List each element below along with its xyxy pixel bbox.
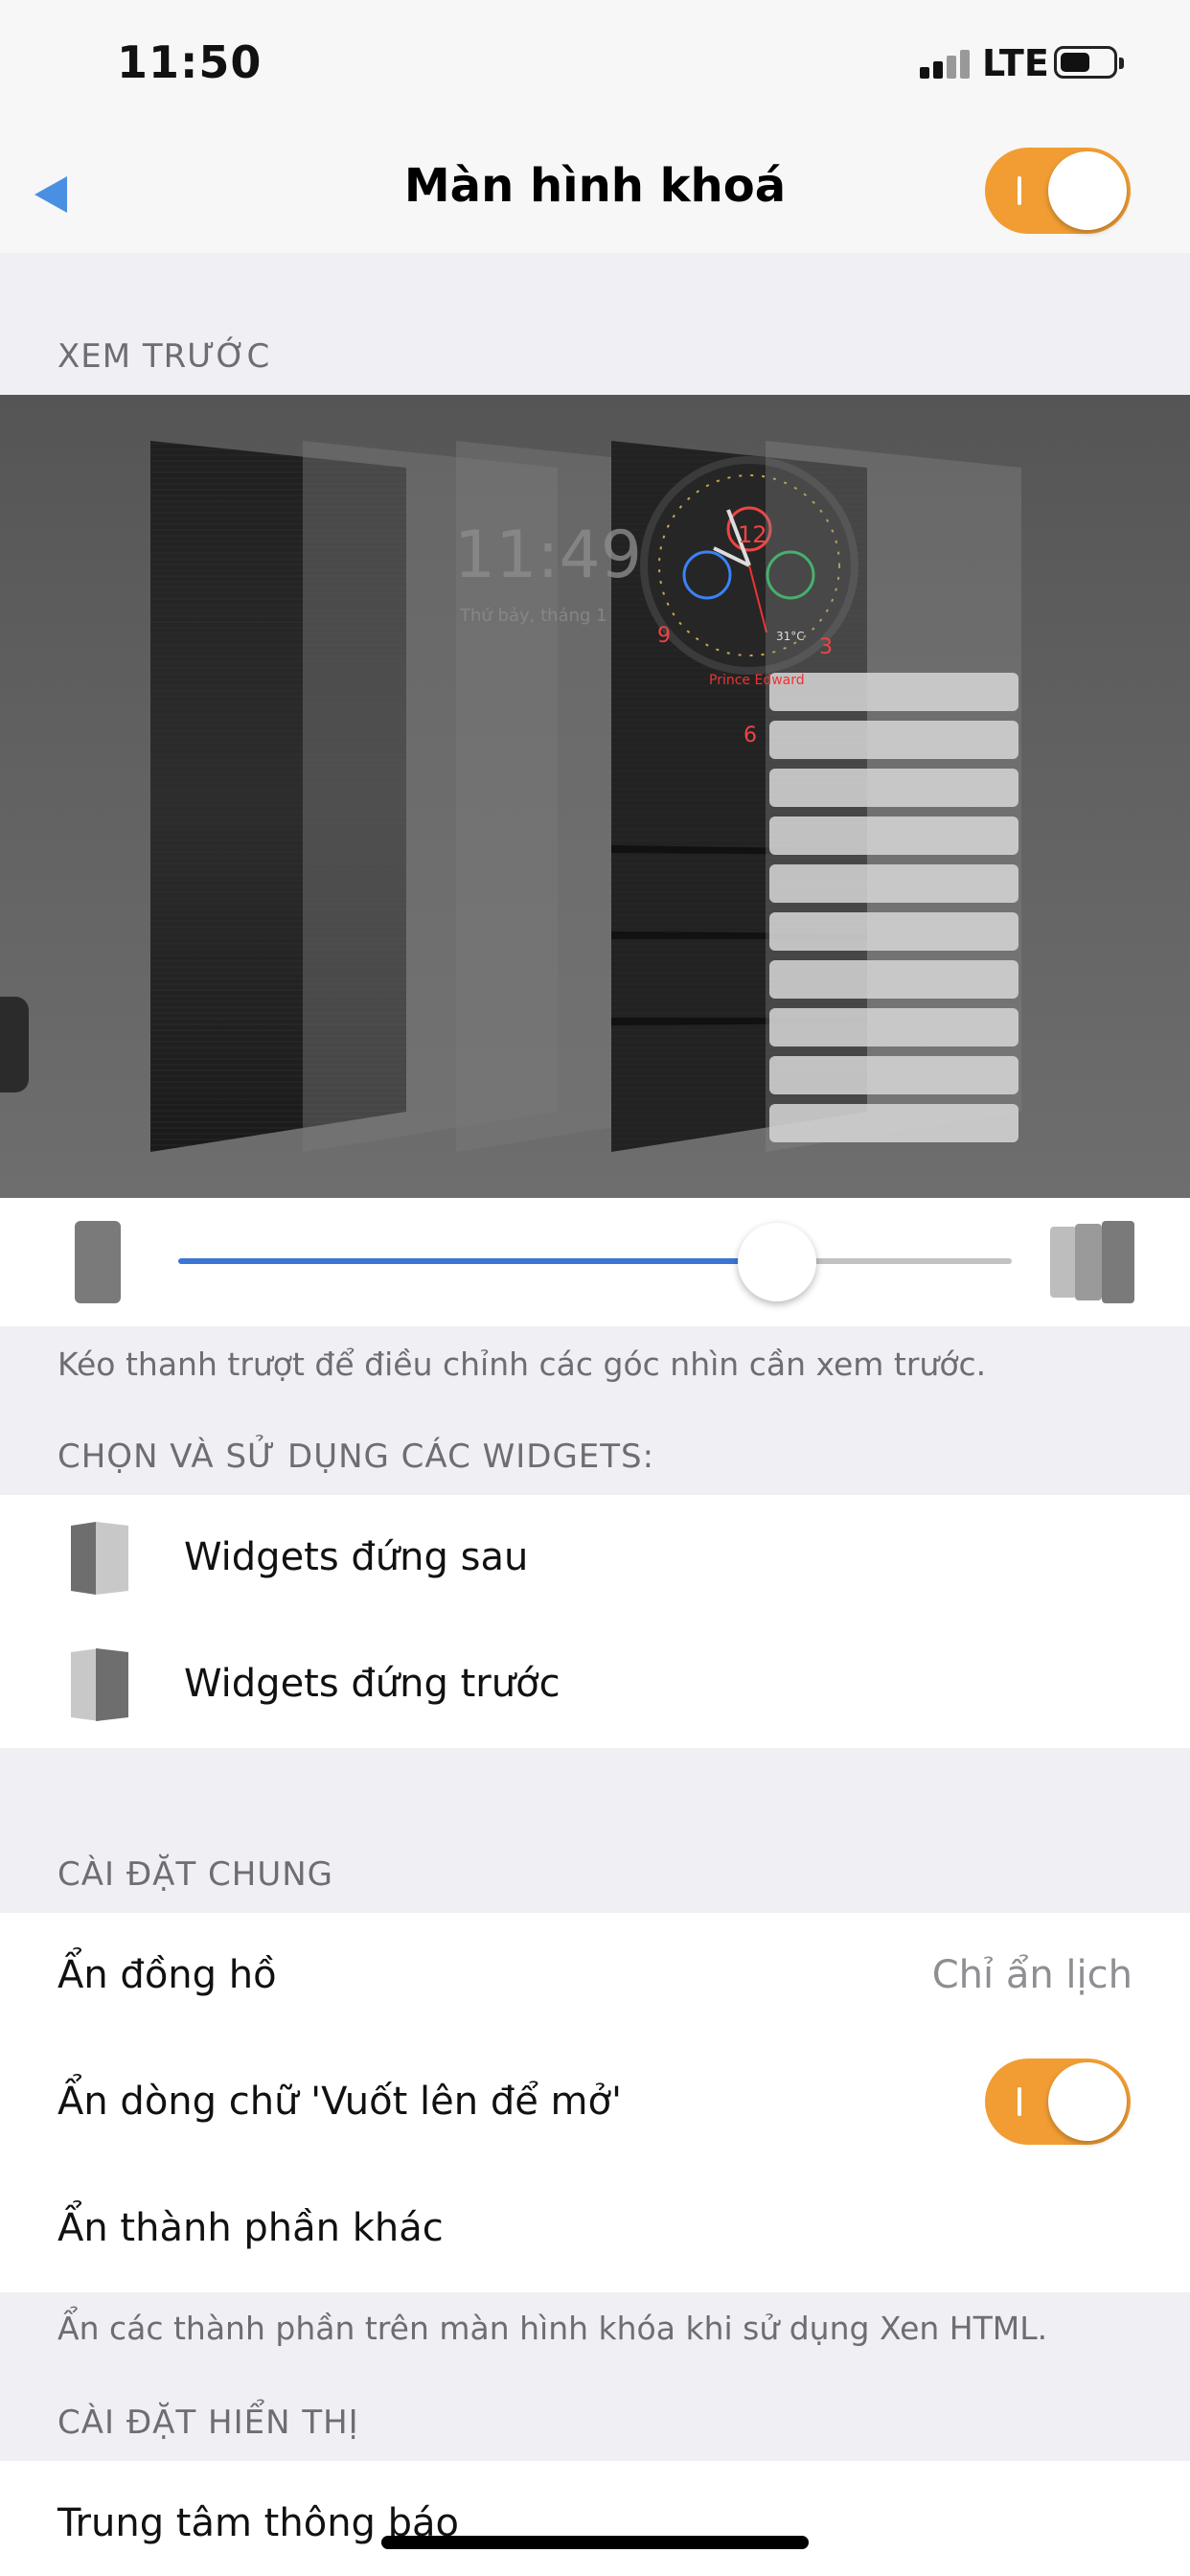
- widgets-back-row[interactable]: Widgets đứng sau: [0, 1495, 1190, 1622]
- clock-number-9: 9: [657, 624, 671, 648]
- general-settings-list: Ẩn đồng hồ Chỉ ẩn lịch Ẩn dòng chữ 'Vuốt…: [0, 1913, 1190, 2292]
- display-settings-list: Trung tâm thông báo: [0, 2461, 1190, 2576]
- battery-icon: [1054, 46, 1124, 79]
- hide-swipe-text-toggle[interactable]: [985, 2058, 1131, 2145]
- enable-lockscreen-toggle[interactable]: [985, 148, 1131, 234]
- clock-number-12: 12: [738, 521, 767, 548]
- single-layer-icon: [75, 1221, 121, 1303]
- preview-angle-slider-row: [0, 1198, 1190, 1326]
- widgets-front-row[interactable]: Widgets đứng trước: [0, 1622, 1190, 1748]
- status-time: 11:50: [117, 36, 263, 88]
- widgets-back-label: Widgets đứng sau: [184, 1535, 529, 1579]
- network-type: LTE: [982, 42, 1049, 84]
- widgets-header: CHỌN VÀ SỬ DỤNG CÁC WIDGETS:: [57, 1438, 655, 1476]
- clock-location: Prince Edward: [709, 673, 805, 688]
- notification-center-row[interactable]: Trung tâm thông báo: [0, 2461, 1190, 2576]
- layers-back-icon: [71, 1522, 128, 1595]
- clock-temperature: 31°C: [776, 630, 805, 643]
- hide-swipe-text-row: Ẩn dòng chữ 'Vuốt lên để mở': [0, 2039, 1190, 2166]
- status-bar: 11:50 LTE: [0, 0, 1190, 134]
- layers-front-icon: [71, 1648, 128, 1721]
- hide-other-row[interactable]: Ẩn thành phần khác: [0, 2166, 1190, 2292]
- hide-clock-value: Chỉ ẩn lịch: [931, 1953, 1133, 1997]
- preview-sample-time: 11:49: [454, 518, 642, 593]
- hide-other-label: Ẩn thành phần khác: [57, 2206, 444, 2250]
- display-header: CÀI ĐẶT HIỂN THỊ: [57, 2404, 359, 2442]
- widgets-front-label: Widgets đứng trước: [184, 1662, 561, 1706]
- nav-bar: Màn hình khoá: [0, 134, 1190, 253]
- hide-swipe-text-label: Ẩn dòng chữ 'Vuốt lên để mở': [57, 2080, 622, 2124]
- home-indicator: [381, 2536, 809, 2549]
- hide-clock-row[interactable]: Ẩn đồng hồ Chỉ ẩn lịch: [0, 1913, 1190, 2039]
- side-handle[interactable]: [0, 997, 29, 1092]
- signal-icon: [920, 50, 973, 79]
- layers-preview-illustration: 11:49 Thứ bảy, tháng 1 12 3 6 9 31°C Pri…: [150, 441, 1021, 1152]
- multi-layer-icon: [1050, 1221, 1134, 1303]
- slider-footnote: Kéo thanh trượt để điều chỉnh các góc nh…: [57, 1346, 987, 1383]
- clock-number-3: 3: [819, 635, 833, 659]
- preview-area: 11:49 Thứ bảy, tháng 1 12 3 6 9 31°C Pri…: [0, 395, 1190, 1198]
- slider-track-filled[interactable]: [178, 1258, 777, 1264]
- preview-header: XEM TRƯỚC: [57, 337, 271, 376]
- preview-sample-date: Thứ bảy, tháng 1: [459, 606, 607, 626]
- general-footnote: Ẩn các thành phần trên màn hình khóa khi…: [57, 2310, 1048, 2347]
- general-header: CÀI ĐẶT CHUNG: [57, 1855, 333, 1894]
- widgets-list: Widgets đứng sau Widgets đứng trước: [0, 1495, 1190, 1748]
- clock-number-6: 6: [744, 724, 757, 748]
- slider-thumb[interactable]: [738, 1223, 816, 1301]
- hide-clock-label: Ẩn đồng hồ: [57, 1953, 277, 1997]
